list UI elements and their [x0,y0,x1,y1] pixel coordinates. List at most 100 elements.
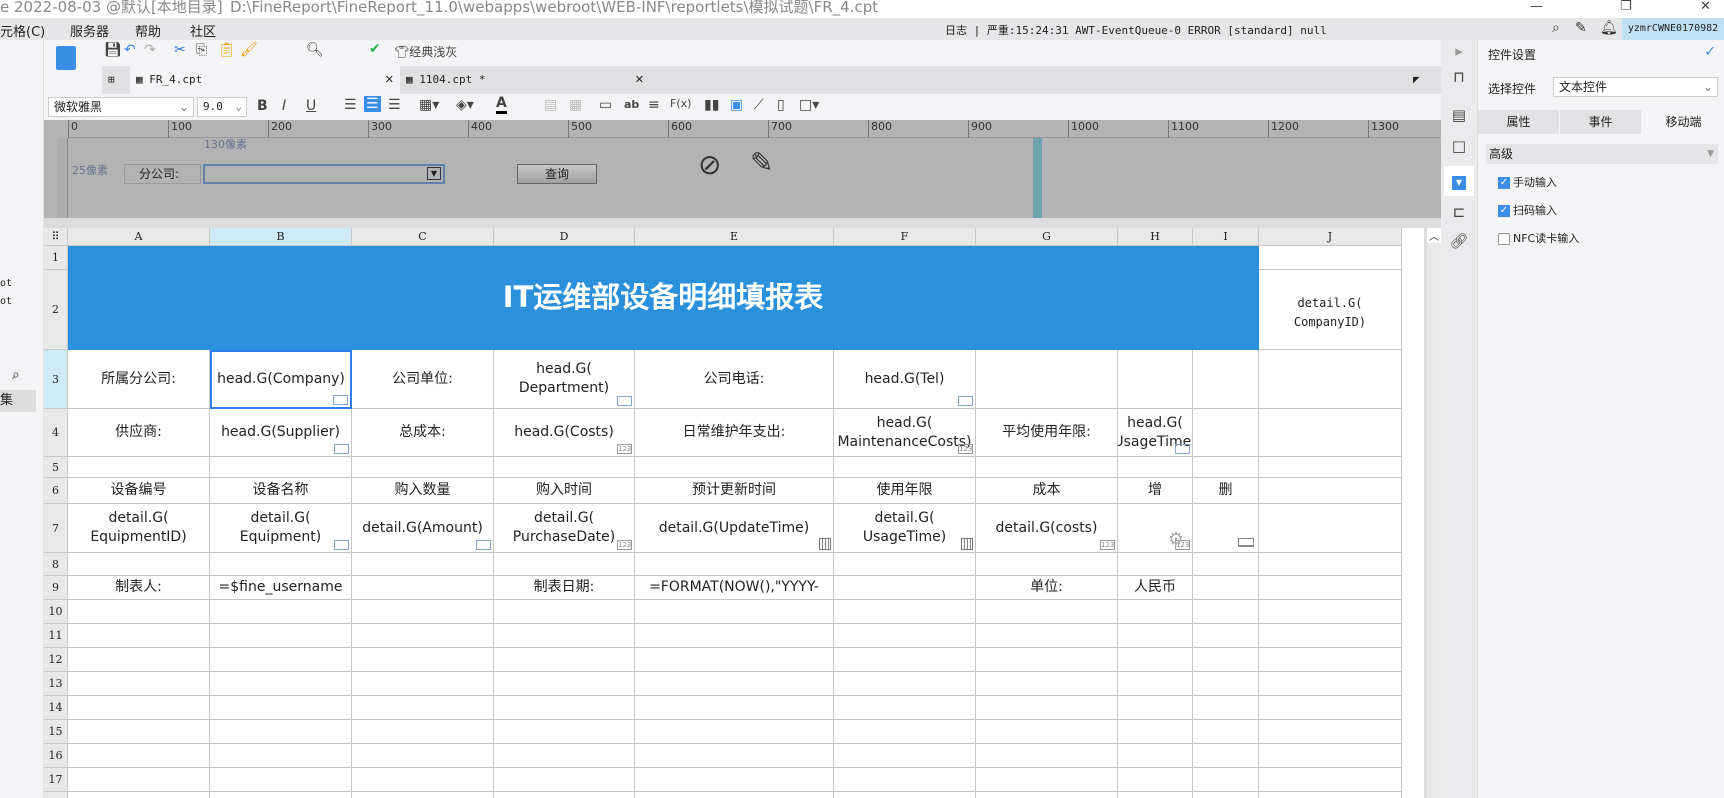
table-cell[interactable] [1193,504,1259,553]
table-cell[interactable] [68,744,210,768]
column-header[interactable]: F [834,228,976,246]
table-cell[interactable]: 平均使用年限: [976,409,1118,457]
table-cell[interactable] [210,696,352,720]
table-cell[interactable]: head.G(Costs) 123 [494,409,635,457]
table-cell[interactable] [834,553,976,576]
table-cell[interactable] [635,648,834,672]
table-cell[interactable] [210,720,352,744]
notes-icon[interactable]: ✎ [1575,20,1587,36]
table-cell[interactable] [1118,792,1193,798]
row-header[interactable]: 5 [44,457,68,478]
table-cell[interactable] [834,624,976,648]
table-cell[interactable] [1259,457,1402,478]
row-header[interactable]: 10 [44,600,68,624]
table-cell[interactable] [352,672,494,696]
chart-icon[interactable]: ▮▮ [704,97,719,113]
table-cell[interactable] [1259,720,1402,744]
row-header[interactable]: 11 [44,624,68,648]
column-header[interactable]: E [635,228,834,246]
option-checkbox[interactable]: NFC读卡输入 [1498,230,1579,246]
table-cell[interactable] [976,457,1118,478]
bell-icon[interactable]: 🔔︎ [1600,20,1618,36]
table-cell[interactable] [1193,600,1259,624]
table-cell[interactable] [494,792,635,798]
table-cell[interactable]: 成本 [976,478,1118,504]
preview-icon[interactable] [56,46,76,70]
hidden-eye-icon[interactable]: ⊘ [698,148,721,181]
italic-icon[interactable]: I [282,98,286,114]
tab-events[interactable]: 事件 [1560,110,1641,134]
option-checkbox[interactable]: ✓ 手动输入 [1498,174,1557,190]
table-cell[interactable] [635,792,834,798]
checkbox-icon[interactable]: ✓ [1498,205,1510,217]
table-cell[interactable]: 公司单位: [352,350,494,409]
table-cell[interactable] [210,792,352,798]
table-cell[interactable] [635,672,834,696]
dataset-tab[interactable]: 集 [0,390,36,412]
table-cell[interactable]: 日常维护年支出: [635,409,834,457]
table-cell[interactable] [1193,648,1259,672]
table-cell[interactable] [834,768,976,792]
table-cell[interactable] [68,553,210,576]
table-cell[interactable] [834,720,976,744]
table-cell[interactable] [1259,350,1402,409]
table-cell[interactable] [635,720,834,744]
tree-item[interactable]: ot [0,296,12,307]
search-icon[interactable]: ⌕ [1552,20,1560,36]
table-cell[interactable]: 购入数量 [352,478,494,504]
table-cell[interactable]: head.G( UsageTime) [1118,409,1193,457]
tab-1104[interactable]: ▦ 1104.cpt * ✕ [400,66,650,94]
table-cell[interactable]: 123 ⚙ [1118,504,1193,553]
row-header[interactable]: 1 [44,246,68,270]
border-icon[interactable]: ▦▾ [419,97,439,113]
menu-community[interactable]: 社区 [190,21,216,40]
row-header[interactable]: 14 [44,696,68,720]
table-cell[interactable] [1259,672,1402,696]
table-cell[interactable]: 删 [1193,478,1259,504]
table-cell[interactable] [1193,409,1259,457]
font-size-select[interactable]: 9.0 ⌄ [197,97,247,117]
table-cell[interactable]: =$fine_username [210,576,352,600]
table-cell[interactable]: 所属分公司: [68,350,210,409]
table-cell[interactable] [1118,720,1193,744]
row-header[interactable]: 13 [44,672,68,696]
table-cell[interactable]: 购入时间 [494,478,635,504]
column-header[interactable]: C [352,228,494,246]
table-cell[interactable] [1193,672,1259,696]
row-header[interactable]: 12 [44,648,68,672]
table-cell[interactable] [352,792,494,798]
table-cell[interactable] [1118,648,1193,672]
copy-icon[interactable]: ⎘ [196,42,207,58]
table-cell[interactable]: =FORMAT(NOW(),"YYYY- [635,576,834,600]
table-cell[interactable] [976,720,1118,744]
table-cell[interactable]: detail.G(UpdateTime) [635,504,834,553]
table-cell[interactable] [834,744,976,768]
table-cell[interactable] [1259,768,1402,792]
table-cell[interactable] [494,553,635,576]
float-element-icon[interactable]: □ [1449,137,1469,157]
option-checkbox[interactable]: ✓ 扫码输入 [1498,202,1557,218]
fill-color-icon[interactable]: ◈▾ [456,97,474,113]
table-cell[interactable] [352,648,494,672]
row-header[interactable]: 6 [44,478,68,504]
table-cell[interactable] [352,744,494,768]
table-cell[interactable] [1259,600,1402,624]
table-cell[interactable] [834,696,976,720]
table-cell[interactable] [635,600,834,624]
font-family-select[interactable]: 微软雅黑 ⌄ [48,97,194,117]
table-cell[interactable]: 设备名称 [210,478,352,504]
selected-cell[interactable]: head.G(Company) [210,350,352,409]
table-cell[interactable] [834,600,976,624]
table-cell[interactable]: detail.G( CompanyID) [1259,270,1402,350]
table-cell[interactable] [494,672,635,696]
select-all-corner[interactable]: ⠿ [44,228,68,246]
table-cell[interactable] [494,648,635,672]
table-cell[interactable] [1259,744,1402,768]
table-cell[interactable] [1259,792,1402,798]
align-center-icon[interactable]: ☰ [364,96,381,112]
row-header[interactable]: 18 [44,792,68,798]
table-cell[interactable] [834,648,976,672]
row-header[interactable]: 3 [44,350,68,409]
table-cell[interactable]: head.G( MaintenanceCosts) 123 [834,409,976,457]
table-cell[interactable] [635,744,834,768]
